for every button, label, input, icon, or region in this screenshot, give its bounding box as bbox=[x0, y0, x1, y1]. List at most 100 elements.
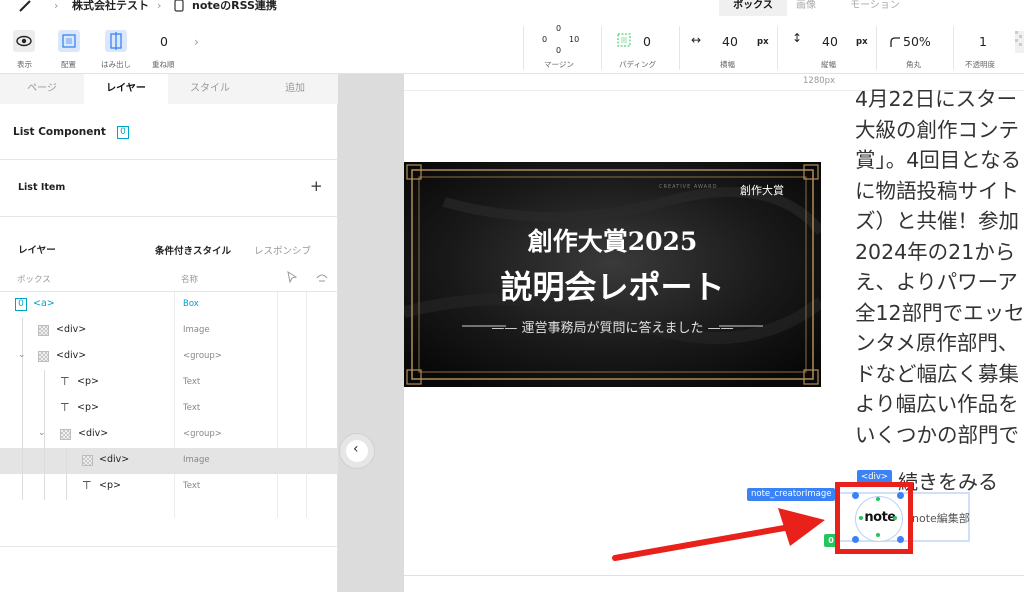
divider bbox=[0, 216, 338, 217]
tab-add[interactable]: 追加 bbox=[252, 74, 338, 104]
layer-tag: <div> bbox=[99, 454, 130, 465]
visibility-icon[interactable] bbox=[316, 271, 328, 283]
banner-title-1: 創作大賞2025 bbox=[527, 227, 698, 256]
edit-pencil-icon[interactable] bbox=[18, 0, 32, 12]
article-line: え、よりパワーア bbox=[855, 270, 1018, 294]
list-item-label: List Item bbox=[18, 182, 66, 193]
layer-tag: <p> bbox=[99, 480, 121, 491]
article-line: ンタメ原作部門、 bbox=[855, 331, 1019, 355]
layer-type: Text bbox=[183, 403, 201, 413]
breadcrumb-page[interactable]: noteのRSS連携 bbox=[192, 0, 277, 14]
column-name: 名称 bbox=[181, 275, 199, 285]
tree-guide bbox=[22, 370, 23, 396]
layer-row[interactable]: 0 <a> Box bbox=[0, 292, 338, 318]
layer-type: <group> bbox=[183, 429, 222, 439]
divider bbox=[523, 26, 524, 70]
divider bbox=[0, 546, 338, 547]
page-file-icon bbox=[174, 0, 184, 12]
opacity-label: 不透明度 bbox=[965, 60, 995, 69]
padding-value[interactable]: 0 bbox=[643, 34, 651, 49]
add-list-item-button[interactable]: + bbox=[310, 177, 323, 195]
overflow-button[interactable] bbox=[105, 30, 127, 52]
image-icon bbox=[38, 351, 49, 362]
chevron-right-icon[interactable]: › bbox=[194, 35, 199, 49]
tab-layer[interactable]: レイヤー bbox=[84, 74, 168, 104]
opacity-slider[interactable] bbox=[1015, 31, 1024, 53]
layout-label: 配置 bbox=[61, 60, 76, 69]
tree-guide bbox=[44, 474, 45, 500]
breadcrumb-separator-icon: › bbox=[157, 0, 162, 12]
height-unit[interactable]: px bbox=[856, 37, 868, 47]
responsive-tab[interactable]: レスポンシブ bbox=[254, 243, 311, 257]
banner-corner-label: 創作大賞 bbox=[740, 184, 784, 197]
collapse-panel-button[interactable]: ‹ bbox=[339, 433, 375, 469]
read-more-link[interactable]: 続きをみる bbox=[898, 466, 998, 495]
component-title: List Component bbox=[13, 126, 106, 138]
creative-award-banner[interactable]: CREATIVE AWARD 創作大賞 創作大賞2025 説明会レポート —— … bbox=[404, 162, 821, 387]
display-toggle-button[interactable] bbox=[13, 30, 35, 52]
layer-row[interactable]: <div> Image bbox=[0, 448, 338, 474]
text-icon: ⊤ bbox=[60, 401, 70, 414]
height-arrows-icon: ↕ bbox=[792, 31, 803, 45]
breadcrumb-company[interactable]: 株式会社テスト bbox=[72, 0, 149, 14]
height-label: 縦幅 bbox=[821, 60, 836, 69]
layer-row[interactable]: ⊤ <p> Text bbox=[0, 396, 338, 422]
article-line: 大級の創作コンテ bbox=[855, 117, 1019, 142]
opacity-value[interactable]: 1 bbox=[979, 34, 987, 49]
corner-radius-icon bbox=[890, 37, 900, 47]
overflow-icon bbox=[110, 32, 122, 50]
divider bbox=[679, 26, 680, 70]
layer-row[interactable]: ⌄ <div> <group> bbox=[0, 344, 338, 370]
tab-image[interactable]: 画像 bbox=[791, 0, 821, 16]
width-value[interactable]: 40 bbox=[722, 34, 738, 49]
tree-guide bbox=[22, 422, 23, 448]
tree-guide bbox=[44, 370, 45, 396]
expand-caret-icon[interactable]: ⌄ bbox=[38, 428, 46, 438]
conditional-style-tab[interactable]: 条件付きスタイル bbox=[155, 243, 231, 257]
canvas-gutter bbox=[338, 74, 404, 592]
tree-guide bbox=[22, 318, 23, 344]
article-line: 全12部門でエッセ bbox=[855, 300, 1024, 325]
margin-right-value[interactable]: 10 bbox=[569, 35, 579, 44]
width-unit[interactable]: px bbox=[757, 37, 769, 47]
article-line: 賞」。4回目となる bbox=[855, 148, 1022, 172]
tree-guide bbox=[66, 474, 67, 500]
pointer-cursor-icon[interactable] bbox=[286, 271, 298, 283]
layout-button[interactable] bbox=[58, 30, 80, 52]
layer-row[interactable]: ⊤ <p> Text bbox=[0, 474, 338, 500]
margin-top-value[interactable]: 0 bbox=[556, 24, 561, 33]
tree-guide bbox=[22, 474, 23, 500]
tab-style[interactable]: スタイル bbox=[168, 74, 252, 104]
tab-motion[interactable]: モーション bbox=[840, 0, 910, 16]
tree-guide bbox=[66, 448, 67, 474]
divider bbox=[0, 159, 338, 160]
article-line: に物語投稿サイト bbox=[855, 178, 1019, 203]
padding-label: パディング bbox=[619, 60, 656, 69]
height-value[interactable]: 40 bbox=[822, 34, 838, 49]
tree-guide bbox=[44, 396, 45, 422]
overflow-label: はみ出し bbox=[101, 60, 131, 69]
layer-row[interactable]: <div> Image bbox=[0, 318, 338, 344]
radius-label: 角丸 bbox=[906, 60, 921, 69]
tab-box[interactable]: ボックス bbox=[719, 0, 787, 16]
margin-bottom-value[interactable]: 0 bbox=[556, 46, 561, 55]
margin-left-value[interactable]: 0 bbox=[542, 35, 547, 44]
expand-caret-icon[interactable]: ⌄ bbox=[18, 350, 26, 360]
zindex-label: 重ね順 bbox=[152, 60, 175, 69]
layer-type: Box bbox=[183, 299, 199, 309]
layer-tag: <a> bbox=[33, 298, 55, 309]
width-label: 横幅 bbox=[720, 60, 735, 69]
radius-value[interactable]: 50% bbox=[903, 34, 931, 49]
tree-guide bbox=[22, 448, 23, 474]
breadcrumb-separator-icon: › bbox=[54, 0, 59, 12]
article-line: いくつかの部門で bbox=[855, 422, 1019, 447]
divider bbox=[876, 26, 877, 70]
tab-page[interactable]: ページ bbox=[0, 74, 84, 104]
component-badge: 0 bbox=[117, 126, 129, 139]
layer-row[interactable]: ⊤ <p> Text bbox=[0, 370, 338, 396]
layer-row[interactable]: ⌄ <div> <group> bbox=[0, 422, 338, 448]
text-icon: ⊤ bbox=[60, 375, 70, 388]
article-line: より幅広い作品を bbox=[855, 392, 1019, 416]
zindex-value[interactable]: 0 bbox=[160, 34, 168, 49]
canvas-width-label: 1280px bbox=[803, 76, 836, 86]
